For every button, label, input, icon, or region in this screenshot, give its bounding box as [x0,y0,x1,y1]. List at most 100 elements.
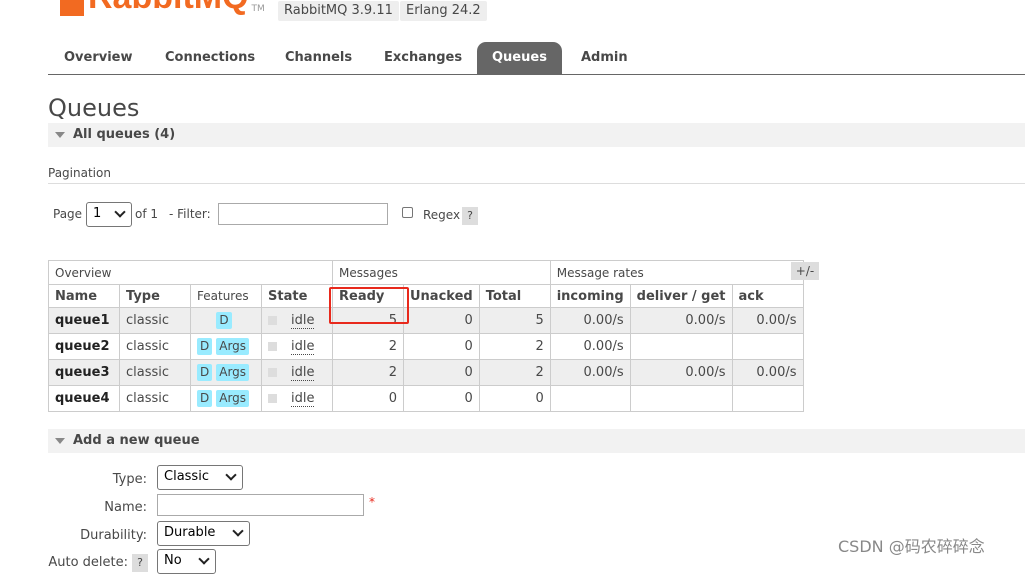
queue-type: classic [119,359,191,386]
feature-durable-badge: D [197,364,213,381]
column-toggle-button[interactable]: +/- [791,262,819,280]
version-badge: RabbitMQ 3.9.11 [278,1,399,21]
total-value: 2 [478,333,551,360]
col-features: Features [190,284,262,308]
col-total[interactable]: Total [478,284,551,308]
unacked-value: 0 [403,307,480,334]
logo-text: RabbitMQ [88,0,249,16]
tab-channels[interactable]: Channels [277,42,360,74]
state-idle-icon [268,394,277,403]
unacked-value: 0 [403,333,480,360]
page-of-label: of 1 [135,207,159,221]
table-row: queue4 classic D Args idle 0 0 0 [48,385,804,412]
queue-name-link[interactable]: queue2 [48,333,120,360]
chevron-down-icon [232,525,244,537]
durability-select[interactable]: Durable [157,521,250,546]
queue-type: classic [119,333,191,360]
watermark: CSDN @码农碎碎念 [838,537,985,556]
rabbitmq-logo: RabbitMQTM [60,0,265,16]
add-queue-title: Add a new queue [73,433,200,448]
col-state[interactable]: State [261,284,333,308]
tab-admin[interactable]: Admin [573,42,636,74]
regex-label: Regex [423,208,461,222]
deliver-get-rate: 0.00/s [629,359,733,386]
col-type[interactable]: Type [119,284,191,308]
filter-input[interactable] [218,203,388,225]
tab-queues[interactable]: Queues [477,42,562,74]
regex-help-button[interactable]: ? [462,207,478,225]
type-label: Type: [112,472,147,487]
queue-type-value: Classic [164,469,209,484]
queue-type-select[interactable]: Classic [157,465,243,490]
logo-tm: TM [251,4,265,14]
filter-label: - Filter: [169,207,211,221]
chevron-down-icon [114,206,126,218]
queue-features: D Args [190,359,262,386]
unacked-value: 0 [403,385,480,412]
total-value: 5 [478,307,551,334]
regex-checkbox[interactable] [402,207,413,218]
deliver-get-rate [629,385,733,412]
auto-delete-help-button[interactable]: ? [132,554,148,572]
deliver-get-rate [629,333,733,360]
tab-overview[interactable]: Overview [56,42,141,74]
feature-args-badge: Args [216,390,250,407]
queue-state: idle [261,359,333,386]
total-value: 2 [478,359,551,386]
state-label: idle [291,339,315,355]
page-select[interactable]: 1 [86,202,132,227]
auto-delete-select[interactable]: No [157,549,216,574]
feature-args-badge: Args [216,364,250,381]
ack-rate: 0.00/s [731,307,804,334]
col-deliver-get[interactable]: deliver / get [629,284,733,308]
col-incoming[interactable]: incoming [549,284,631,308]
name-label: Name: [104,500,147,515]
state-idle-icon [268,316,277,325]
auto-delete-value: No [164,553,182,568]
main-nav: Overview Connections Channels Exchanges … [48,42,1025,75]
queue-name-input[interactable] [157,494,364,516]
collapse-triangle-icon [55,438,65,444]
tab-connections[interactable]: Connections [157,42,263,74]
all-queues-label: All queues (4) [73,127,176,142]
divider [48,183,1025,184]
table-row: queue2 classic D Args idle 2 0 2 0.00/s [48,333,804,360]
ready-value: 0 [332,385,404,412]
queue-type: classic [119,385,191,412]
state-idle-icon [268,342,277,351]
queue-name-link[interactable]: queue4 [48,385,120,412]
incoming-rate [549,385,631,412]
page-label: Page [53,207,83,221]
queue-type: classic [119,307,191,334]
page-title: Queues [48,94,140,122]
total-value: 0 [478,385,551,412]
feature-durable-badge: D [197,338,213,355]
annotation-highlight-box [329,287,409,324]
durability-label: Durability: [80,528,147,543]
page-select-value: 1 [93,206,102,221]
pagination-heading: Pagination [48,166,111,180]
col-unacked[interactable]: Unacked [403,284,480,308]
incoming-rate: 0.00/s [549,333,631,360]
queue-state: idle [261,333,333,360]
group-header-messages: Messages [332,260,551,285]
table-row: queue3 classic D Args idle 2 0 2 0.00/s 0… [48,359,804,386]
unacked-value: 0 [403,359,480,386]
queue-features: D Args [190,333,262,360]
tab-exchanges[interactable]: Exchanges [376,42,470,74]
col-ack[interactable]: ack [731,284,804,308]
feature-args-badge: Args [216,338,250,355]
queue-name-link[interactable]: queue1 [48,307,120,334]
queue-name-link[interactable]: queue3 [48,359,120,386]
feature-durable-badge: D [197,390,213,407]
all-queues-toggle[interactable]: All queues (4) [48,123,1025,147]
state-idle-icon [268,368,277,377]
col-name[interactable]: Name [48,284,120,308]
queue-state: idle [261,385,333,412]
queue-state: idle [261,307,333,334]
erlang-badge: Erlang 24.2 [400,1,487,21]
table-row: queue1 classic D idle 5 0 5 0.00/s 0.00/… [48,307,804,334]
ack-rate [731,385,804,412]
logo-mark-icon [60,0,84,16]
add-queue-toggle[interactable]: Add a new queue [48,429,1025,453]
